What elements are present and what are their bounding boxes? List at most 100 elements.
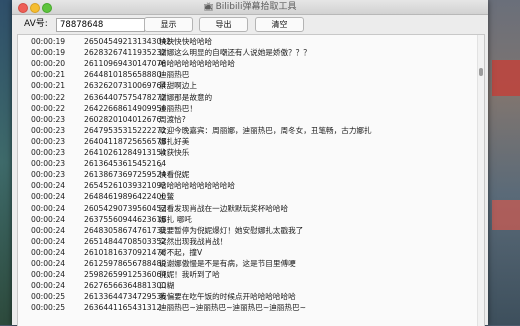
show-button[interactable]: 显示 [144, 17, 193, 32]
danmaku-text: 口糊 [159, 281, 175, 291]
danmaku-user-id: 2612597865678848​0 [84, 259, 167, 268]
danmaku-user-id: 2654526103932109​2 [84, 181, 167, 191]
danmaku-time: 00:00:23 [31, 125, 66, 135]
danmaku-text: 哈哈哈哈哈哈哈哈哈哈 [159, 181, 235, 191]
danmaku-row[interactable]: 00:00:23 2613867369725952​4 快看倪妮 [18, 169, 478, 180]
danmaku-time: 00:00:23 [31, 136, 66, 146]
danmaku-text: 谢娜这么明显的自嘲还有人说她是娇傲？？？ [159, 48, 311, 58]
danmaku-user-id: 2636440757547827​2 [84, 92, 167, 102]
danmaku-time: 00:00:24 [31, 259, 66, 268]
danmaku-row[interactable]: 00:00:22 2642266861490995​6 迪丽热巴！ [18, 103, 478, 114]
danmaku-user-id: 2628326741193523​2 [84, 48, 167, 58]
danmaku-time: 00:00:22 [31, 92, 66, 102]
danmaku-time: 00:00:21 [31, 81, 66, 91]
danmaku-text: 欢迎今晚嘉宾：周丽娜，迪丽热巴，周冬女，丑笔畅，古力娜扎 [159, 125, 372, 135]
danmaku-row[interactable]: 00:00:21 2644810185658880 迪丽热巴 [18, 69, 478, 80]
danmaku-row[interactable]: 00:00:24 2648461989642240​0 土鳖 [18, 191, 478, 202]
toolbar: AV号: 78878648 显示 导出 清空 [12, 15, 488, 35]
danmaku-user-id: 2613364473472953​6 [84, 292, 167, 302]
danmaku-user-id: 2627656636488130​0 [84, 281, 167, 291]
danmaku-row[interactable]: 00:00:19 2628326741193523​2 谢娜这么明显的自嘲还有人说她… [18, 47, 478, 58]
danmaku-user-id: 2642266861490995​6 [84, 103, 167, 113]
danmaku-row[interactable]: 00:00:22 2636440757547827​2 谢娜那是故意的 [18, 92, 478, 103]
danmaku-text: 迪丽热巴~迪丽热巴~迪丽热巴~迪丽热巴~ [159, 303, 306, 313]
danmaku-time: 00:00:23 [31, 114, 66, 124]
danmaku-text: 迪丽热巴！ [159, 103, 197, 113]
danmaku-row[interactable]: 00:00:24 2610181637092147​6 对不起，撞V [18, 247, 478, 258]
danmaku-text: 倪妮！我听到了哈 [159, 270, 220, 280]
danmaku-row[interactable]: 00:00:23 2647953531522227​2 欢迎今晚嘉宾：周丽娜，迪丽热… [18, 125, 478, 136]
danmaku-text: 回看发现肖战在一边默默玩奖杯哈哈哈 [159, 203, 289, 213]
danmaku-text: 娜扎 哪吒 [159, 214, 192, 224]
danmaku-row[interactable]: 00:00:23 2602820104012676 周渡恰? [18, 114, 478, 125]
danmaku-user-id: 2637556094462361​6 [84, 214, 167, 224]
danmaku-text: 景甜啊边上 [159, 81, 197, 91]
danmaku-row[interactable]: 00:00:23 2613645361545216​4。 [18, 158, 478, 169]
scrollbar-thumb[interactable] [479, 68, 483, 76]
danmaku-user-id: 2650454921313430​42 [84, 37, 171, 46]
danmaku-row[interactable]: 00:00:25 2613364473472953​6 我偏要在吃午饭的时候点开哈哈… [18, 291, 478, 302]
danmaku-row[interactable]: 00:00:24 2612597865678848​0 说谢娜傲慢是不是有病，这是节… [18, 258, 478, 269]
danmaku-user-id: 2632620731006976​4 [84, 81, 167, 91]
bilibili-tv-icon: 📺︎ [203, 2, 214, 11]
window-title: 📺︎ Bilibili弹幕拾取工具 [12, 1, 488, 13]
desktop-background-decoration [492, 200, 520, 230]
danmaku-text: 周渡恰? [159, 114, 186, 124]
danmaku-row[interactable]: 00:00:25 2636441165431312 迪丽热巴~迪丽热巴~迪丽热巴~迪… [18, 302, 478, 313]
danmaku-time: 00:00:23 [31, 148, 66, 157]
danmaku-row[interactable]: 00:00:24 2598265991253606​4 倪妮！我听到了哈 [18, 269, 478, 280]
danmaku-time: 00:00:24 [31, 281, 66, 291]
danmaku-text: 哈哈哈哈哈哈哈哈哈哈 [159, 59, 235, 69]
clear-button[interactable]: 清空 [255, 17, 304, 32]
danmaku-row[interactable]: 00:00:21 2632620731006976​4 景甜啊边上 [18, 80, 478, 91]
danmaku-time: 00:00:24 [31, 225, 66, 235]
danmaku-row[interactable]: 00:00:19 2650454921313430​42 快快快快哈哈哈 [18, 36, 478, 47]
danmaku-time: 00:00:23 [31, 159, 66, 169]
av-number-label: AV号: [24, 19, 48, 29]
danmaku-time: 00:00:25 [31, 292, 66, 302]
av-number-input[interactable]: 78878648 [56, 18, 145, 32]
danmaku-time: 00:00:24 [31, 236, 66, 246]
danmaku-text: 突然出现我战肖战！ [159, 236, 228, 246]
desktop-background-left [0, 0, 12, 325]
danmaku-row[interactable]: 00:00:24 2651484470850335​2 突然出现我战肖战！ [18, 236, 478, 247]
danmaku-row[interactable]: 00:00:24 2627656636488130​0 口糊 [18, 280, 478, 291]
vertical-scrollbar[interactable] [477, 35, 484, 326]
danmaku-user-id: 2648305867476173​2 [84, 225, 167, 235]
desktop-background-right [488, 0, 520, 325]
danmaku-text: 。 [159, 159, 167, 169]
danmaku-text: 说谢娜傲慢是不是有病，这是节目里傅哽 [159, 259, 296, 268]
danmaku-row[interactable]: 00:00:20 2611096943014707​6 哈哈哈哈哈哈哈哈哈哈 [18, 58, 478, 69]
danmaku-row[interactable]: 00:00:23 2640411872565657​8 娜扎好美 [18, 136, 478, 147]
danmaku-user-id: 2613645361545216​4 [84, 159, 167, 169]
danmaku-row[interactable]: 00:00:23 2641026128491315​4 收获快乐 [18, 147, 478, 158]
danmaku-row[interactable]: 00:00:24 2605429073956045​2 回看发现肖战在一边默默玩奖杯… [18, 203, 478, 214]
export-button[interactable]: 导出 [199, 17, 248, 32]
danmaku-user-id: 2636441165431312 [84, 303, 162, 313]
danmaku-time: 00:00:20 [31, 59, 66, 69]
danmaku-time: 00:00:24 [31, 181, 66, 191]
danmaku-time: 00:00:23 [31, 170, 66, 180]
danmaku-time: 00:00:24 [31, 214, 66, 224]
danmaku-text: 收获快乐 [159, 148, 190, 157]
danmaku-list[interactable]: 00:00:25 2636441165431312 迪丽热巴~迪丽热巴~迪丽热巴~迪… [17, 34, 485, 326]
danmaku-row[interactable]: 00:00:24 2637556094462361​6 娜扎 哪吒 [18, 214, 478, 225]
danmaku-user-id: 2610181637092147​6 [84, 247, 167, 257]
danmaku-user-id: 2644810185658880 [84, 70, 162, 80]
title-bar[interactable]: 📺︎ Bilibili弹幕拾取工具 [12, 0, 488, 15]
danmaku-user-id: 2611096943014707​6 [84, 59, 167, 69]
danmaku-user-id: 2648461989642240​0 [84, 192, 167, 202]
danmaku-time: 00:00:25 [31, 303, 66, 313]
app-window: 📺︎ Bilibili弹幕拾取工具 AV号: 78878648 显示 导出 清空 … [12, 0, 488, 326]
danmaku-user-id: 2641026128491315​4 [84, 148, 167, 157]
danmaku-text: 快看倪妮 [159, 170, 190, 180]
danmaku-time: 00:00:24 [31, 203, 66, 213]
danmaku-text: 娜扎好美 [159, 136, 190, 146]
danmaku-text: 对不起，撞V [159, 247, 203, 257]
danmaku-user-id: 2602820104012676 [84, 114, 162, 124]
danmaku-text: 谢娜那是故意的 [159, 92, 213, 102]
desktop-background-decoration [492, 60, 520, 96]
danmaku-row[interactable]: 00:00:24 2654526103932109​2 哈哈哈哈哈哈哈哈哈哈 [18, 180, 478, 191]
danmaku-user-id: 2640411872565657​8 [84, 136, 167, 146]
danmaku-row[interactable]: 00:00:24 2648305867476173​2 我要暂停为倪妮爆灯！她安慰娜… [18, 225, 478, 236]
